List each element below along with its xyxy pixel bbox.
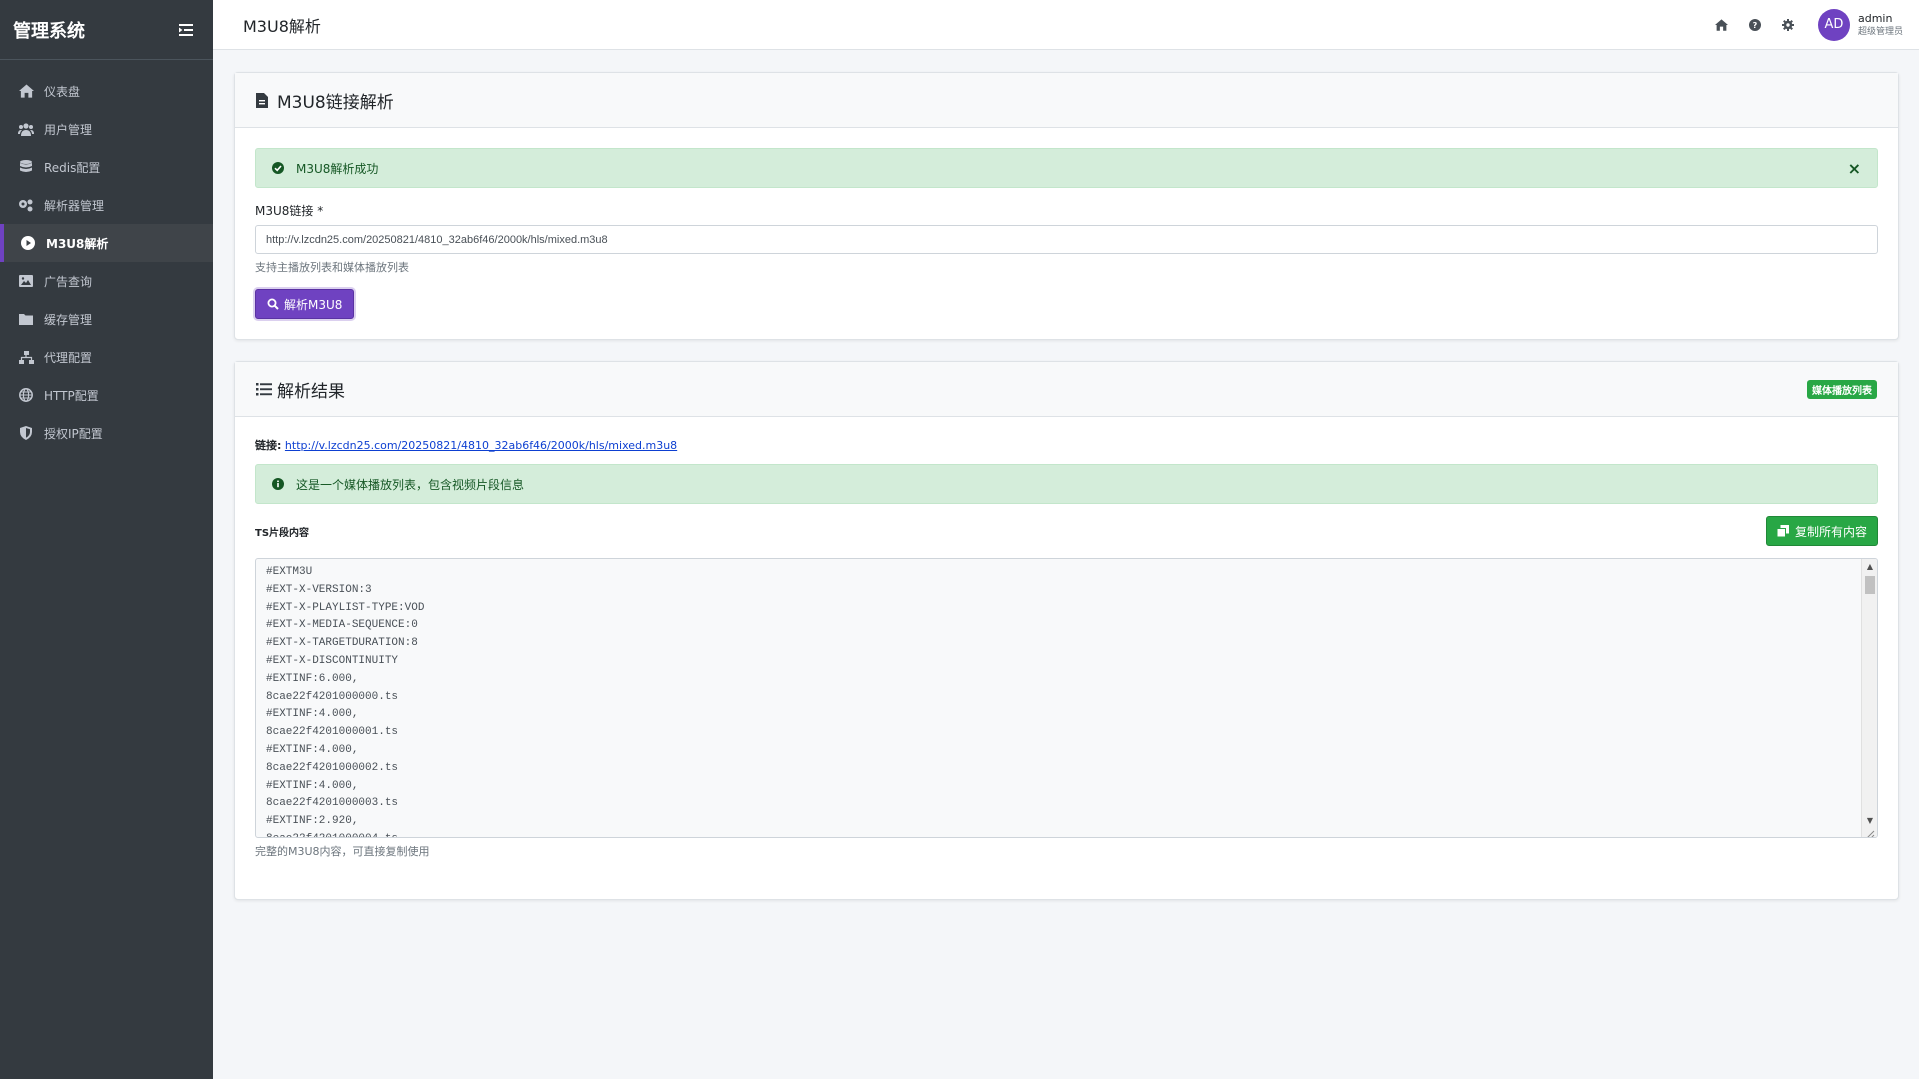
close-icon[interactable]: × [1848, 159, 1861, 178]
success-alert-text: M3U8解析成功 [296, 161, 379, 176]
brand: 管理系统 [0, 0, 213, 60]
image-icon [18, 273, 34, 289]
textarea-scrollbar[interactable]: ▲ ▼ [1861, 559, 1877, 837]
main-content: M3U8链接解析 M3U8解析成功 × M3U8链接 * 支持主播放列表和媒体播… [234, 72, 1899, 921]
playlist-type-badge: 媒体播放列表 [1807, 379, 1877, 399]
page-title: M3U8解析 [243, 16, 321, 36]
play-circle-icon [20, 235, 36, 251]
sidebar-item-authorized-ip[interactable]: 授权IP配置 [0, 414, 213, 452]
search-icon [267, 298, 279, 310]
result-card-title: 解析结果 [256, 377, 345, 402]
file-icon [256, 92, 272, 108]
sidebar-item-m3u8[interactable]: M3U8解析 [0, 224, 213, 262]
users-icon [18, 121, 34, 137]
home-icon [18, 83, 34, 99]
ts-content-label: TS片段内容 [255, 527, 310, 539]
info-alert: 这是一个媒体播放列表，包含视频片段信息 [255, 464, 1878, 504]
parse-card-title: M3U8链接解析 [256, 88, 394, 113]
parse-card-title-text: M3U8链接解析 [277, 92, 394, 113]
sidebar-item-users[interactable]: 用户管理 [0, 110, 213, 148]
info-alert-text: 这是一个媒体播放列表，包含视频片段信息 [296, 477, 525, 492]
copy-icon [1776, 525, 1789, 537]
copy-all-button[interactable]: 复制所有内容 [1765, 516, 1878, 546]
cogs-icon [18, 197, 34, 213]
success-alert: M3U8解析成功 × [255, 148, 1878, 188]
sidebar-item-http[interactable]: HTTP配置 [0, 376, 213, 414]
m3u8-content-help: 完整的M3U8内容，可直接复制使用 [255, 845, 430, 858]
parse-m3u8-button[interactable]: 解析M3U8 [255, 289, 355, 319]
result-card: 解析结果 媒体播放列表 链接: http://v.lzcdn25.com/202… [234, 361, 1899, 900]
result-link-label: 链接: [255, 439, 282, 452]
m3u8-content-textarea[interactable]: #EXTM3U #EXT-X-VERSION:3 #EXT-X-PLAYLIST… [255, 558, 1878, 838]
sidebar-item-redis[interactable]: Redis配置 [0, 148, 213, 186]
sitemap-icon [18, 349, 34, 365]
sidebar-item-proxy[interactable]: 代理配置 [0, 338, 213, 376]
list-icon [256, 381, 272, 397]
folder-icon [18, 311, 34, 327]
scroll-up-icon[interactable]: ▲ [1862, 559, 1877, 573]
result-card-body: 链接: http://v.lzcdn25.com/20250821/4810_3… [235, 417, 1898, 899]
copy-all-button-label: 复制所有内容 [1794, 524, 1867, 539]
info-circle-icon [272, 477, 286, 491]
home-icon[interactable] [1714, 17, 1730, 33]
sidebar: 管理系统 仪表盘 用户管理 Redis配置 解析器管理 M3U8解析 广告查询 [0, 0, 213, 1079]
check-circle-icon [272, 161, 286, 175]
user-name: admin [1857, 11, 1893, 25]
sidebar-item-label: 授权IP配置 [44, 426, 103, 441]
sidebar-item-label: 代理配置 [44, 350, 93, 365]
m3u8-url-input[interactable] [255, 225, 1878, 254]
sidebar-item-label: HTTP配置 [44, 388, 99, 403]
sidebar-item-parsers[interactable]: 解析器管理 [0, 186, 213, 224]
sidebar-item-ads[interactable]: 广告查询 [0, 262, 213, 300]
sidebar-toggle-icon[interactable] [177, 21, 195, 39]
brand-title: 管理系统 [13, 20, 85, 42]
gear-icon[interactable] [1780, 17, 1796, 33]
sidebar-item-label: M3U8解析 [46, 236, 109, 251]
result-link-row: 链接: http://v.lzcdn25.com/20250821/4810_3… [255, 437, 1878, 453]
scroll-thumb[interactable] [1865, 576, 1875, 594]
sidebar-item-cache[interactable]: 缓存管理 [0, 300, 213, 338]
sidebar-item-dashboard[interactable]: 仪表盘 [0, 72, 213, 110]
sidebar-item-label: 仪表盘 [44, 84, 81, 99]
m3u8-url-label: M3U8链接 * [255, 204, 324, 218]
shield-icon [18, 425, 34, 441]
user-info: admin 超级管理员 [1858, 12, 1903, 38]
user-menu[interactable]: AD admin 超级管理员 [1817, 8, 1903, 41]
m3u8-content-text: #EXTM3U #EXT-X-VERSION:3 #EXT-X-PLAYLIST… [266, 566, 425, 837]
result-card-header: 解析结果 媒体播放列表 [235, 362, 1898, 417]
parse-card-body: M3U8解析成功 × M3U8链接 * 支持主播放列表和媒体播放列表 解析M3U… [235, 128, 1898, 339]
resize-handle-icon[interactable] [1865, 825, 1875, 837]
avatar: AD [1817, 8, 1850, 41]
result-card-title-text: 解析结果 [277, 381, 345, 402]
parse-card-header: M3U8链接解析 [235, 73, 1898, 128]
sidebar-item-label: 用户管理 [44, 122, 93, 137]
sidebar-item-label: Redis配置 [44, 160, 101, 175]
navbar-actions: ? AD admin 超级管理员 [1697, 8, 1903, 41]
globe-icon [18, 387, 34, 403]
top-navbar: M3U8解析 ? AD admin 超级管理员 [213, 0, 1919, 50]
help-icon[interactable]: ? [1747, 17, 1763, 33]
result-link[interactable]: http://v.lzcdn25.com/20250821/4810_32ab6… [285, 439, 677, 452]
sidebar-item-label: 广告查询 [44, 274, 93, 289]
database-icon [18, 159, 34, 175]
parse-card: M3U8链接解析 M3U8解析成功 × M3U8链接 * 支持主播放列表和媒体播… [234, 72, 1899, 340]
ts-content-header: TS片段内容 复制所有内容 [255, 516, 1878, 546]
parse-m3u8-button-label: 解析M3U8 [284, 297, 343, 312]
sidebar-nav: 仪表盘 用户管理 Redis配置 解析器管理 M3U8解析 广告查询 缓存管理 [0, 72, 213, 452]
sidebar-item-label: 解析器管理 [44, 198, 105, 213]
svg-text:?: ? [1753, 21, 1758, 30]
sidebar-item-label: 缓存管理 [44, 312, 93, 327]
user-role: 超级管理员 [1857, 26, 1903, 37]
m3u8-url-help: 支持主播放列表和媒体播放列表 [255, 261, 409, 274]
